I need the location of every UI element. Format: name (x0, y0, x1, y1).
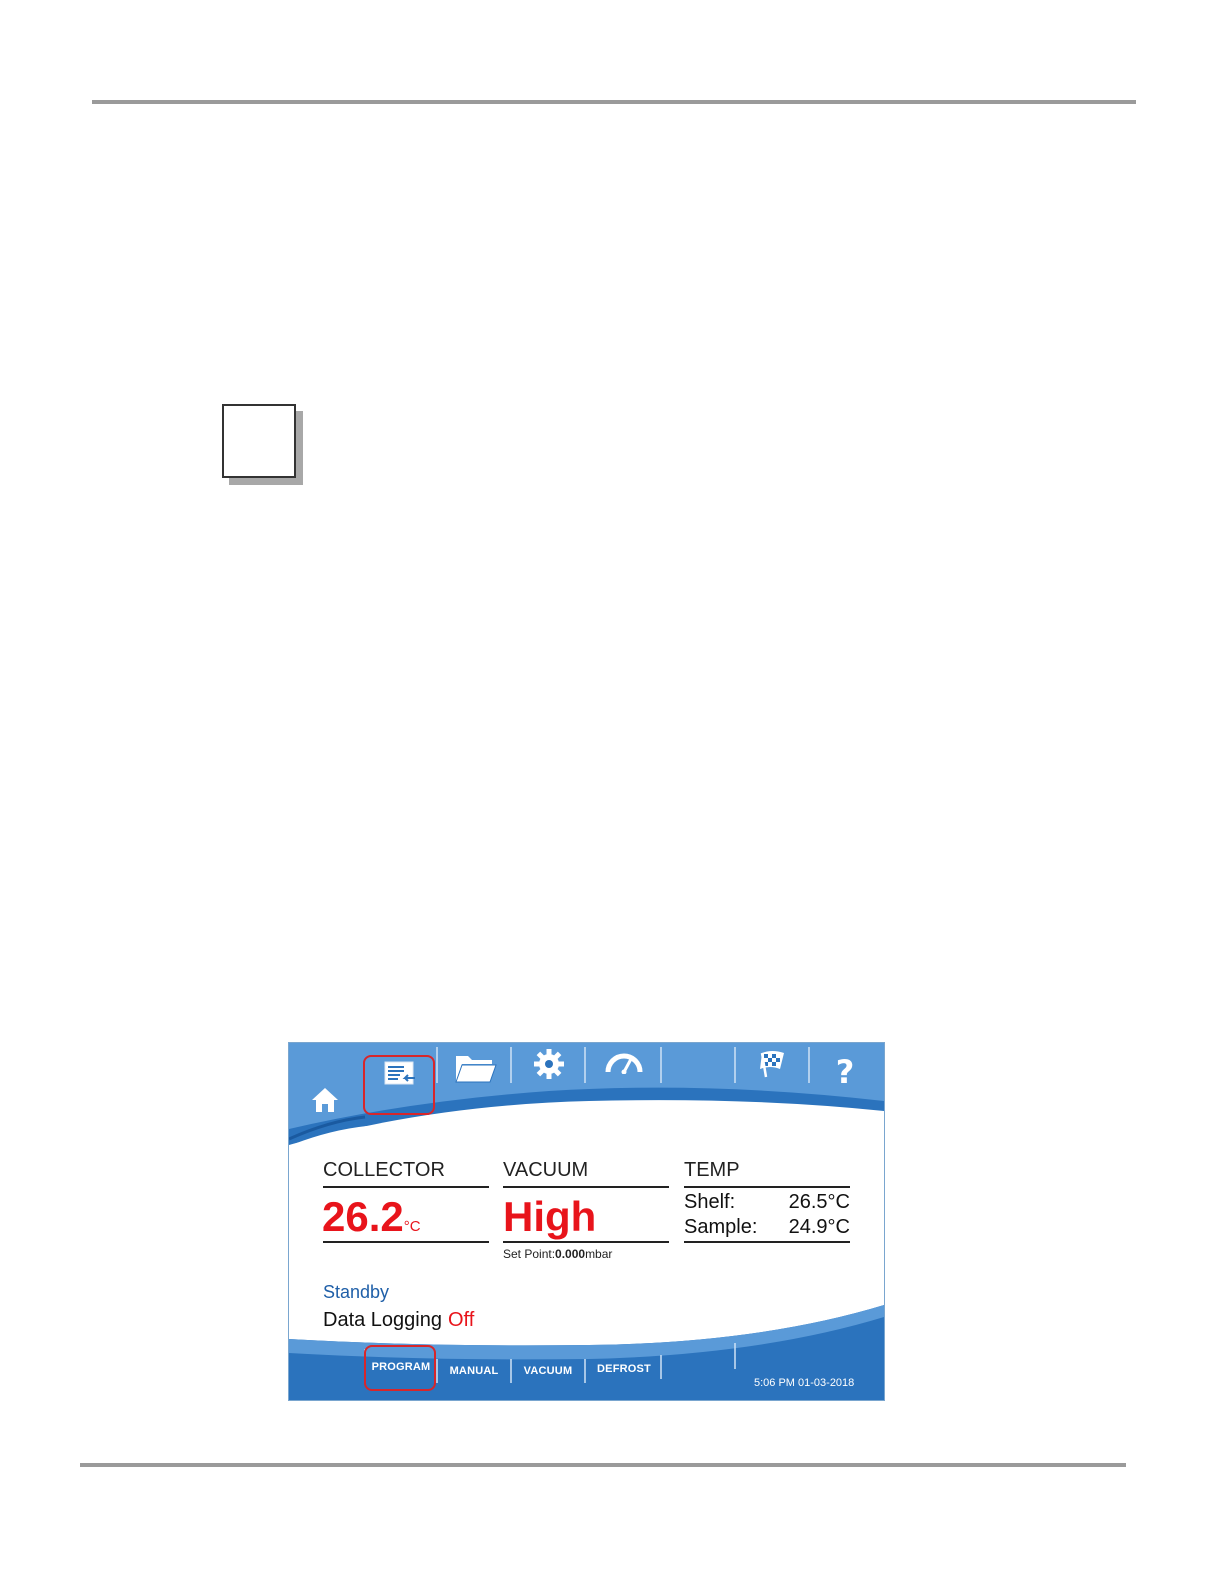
tab-manual[interactable]: MANUAL (439, 1365, 509, 1377)
gauge-tab[interactable] (591, 1045, 657, 1079)
setpoint-label: Set Point: (503, 1247, 556, 1261)
vacuum-value: High (503, 1193, 597, 1240)
gear-icon (534, 1049, 564, 1079)
collector-unit: °C (403, 1218, 421, 1235)
highlight-program-tab (364, 1345, 436, 1391)
clock-datetime: 5:06 PM 01-03-2018 (754, 1377, 855, 1389)
folder-tab[interactable] (444, 1051, 508, 1085)
data-logging-label: Data Logging (323, 1309, 442, 1331)
empty-tab[interactable] (665, 1047, 731, 1081)
collector-divider-bottom (323, 1241, 489, 1243)
checkered-flag-icon (760, 1051, 784, 1078)
header-rule (92, 100, 1136, 104)
collector-divider-top (323, 1186, 489, 1188)
collector-value: 26.2 (322, 1193, 404, 1240)
tab-defrost[interactable]: DEFROST (589, 1363, 659, 1375)
vacuum-setpoint: Set Point:0.000mbar (503, 1247, 612, 1261)
settings-tab[interactable] (517, 1047, 581, 1081)
highlight-program-list (363, 1055, 435, 1115)
temp-label: TEMP (684, 1159, 740, 1181)
tab-vacuum[interactable]: VACUUM (513, 1365, 583, 1377)
vacuum-divider-top (503, 1186, 669, 1188)
sample-value: 24.9°C (788, 1216, 850, 1238)
touchscreen-display: ? COLLECTOR 26.2°C VACUUM High Set Point… (288, 1042, 885, 1401)
data-logging-status: Data Logging Off (323, 1309, 474, 1332)
setpoint-unit: mbar (585, 1247, 613, 1261)
collector-value-group: 26.2°C (322, 1193, 421, 1241)
footer-rule (80, 1463, 1126, 1467)
folder-icon (455, 1056, 497, 1083)
temp-divider-top (684, 1186, 850, 1188)
vacuum-label: VACUUM (503, 1159, 589, 1181)
home-icon (312, 1088, 338, 1112)
collector-label: COLLECTOR (323, 1159, 445, 1181)
gauge-icon (605, 1053, 643, 1074)
vacuum-divider-bottom (503, 1241, 669, 1243)
data-logging-value: Off (447, 1309, 475, 1331)
shelf-value: 26.5°C (788, 1191, 850, 1213)
finish-tab[interactable] (741, 1047, 805, 1081)
run-status: Standby (323, 1282, 390, 1302)
home-tab[interactable] (303, 1083, 347, 1117)
help-tab[interactable]: ? (815, 1053, 875, 1091)
temp-divider-bottom (684, 1241, 850, 1243)
setpoint-value: 0.000 (555, 1247, 586, 1261)
help-icon: ? (835, 1053, 855, 1091)
note-box (222, 404, 296, 478)
